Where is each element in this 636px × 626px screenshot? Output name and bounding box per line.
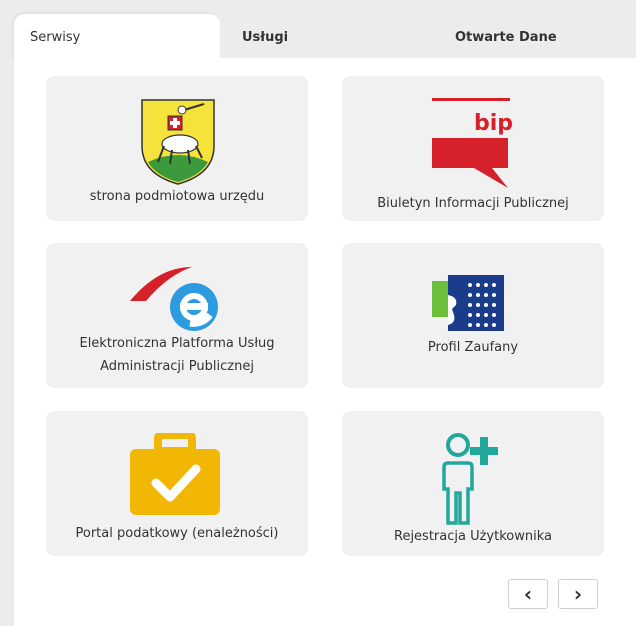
epuap-logo-icon — [128, 261, 228, 339]
card-label: Biuletyn Informacji Publicznej — [377, 196, 569, 211]
bip-logo-text: bip — [474, 111, 512, 136]
card-rejestracja[interactable]: Rejestracja Użytkownika — [342, 411, 604, 556]
coat-of-arms-icon — [138, 96, 218, 190]
tab-label: Otwarte Dane — [455, 29, 557, 45]
card-label: Profil Zaufany — [427, 340, 519, 355]
tab-otwarte-dane[interactable]: Otwarte Dane — [455, 14, 557, 60]
profil-zaufany-icon — [430, 275, 506, 335]
card-portal-podatkowy[interactable]: Portal podatkowy (enależności) — [46, 411, 308, 556]
tab-bar: Serwisy Usługi Otwarte Dane — [0, 0, 636, 60]
card-label-line2: Administracji Publicznej — [100, 359, 254, 374]
card-profil-zaufany[interactable]: Profil Zaufany — [342, 243, 604, 388]
prev-button[interactable]: ‹ — [508, 579, 548, 609]
card-strona-podmiotowa[interactable]: strona podmiotowa urzędu — [46, 76, 308, 221]
card-label: strona podmiotowa urzędu — [89, 189, 265, 204]
tab-serwisy[interactable]: Serwisy — [14, 14, 220, 60]
bip-logo-icon: bip — [430, 96, 513, 196]
chevron-left-icon: ‹ — [523, 582, 533, 606]
services-panel: strona podmiotowa urzędu bip Biuletyn In… — [14, 58, 636, 626]
card-bip[interactable]: bip Biuletyn Informacji Publicznej — [342, 76, 604, 221]
user-add-icon — [442, 431, 512, 531]
card-label: Rejestracja Użytkownika — [394, 529, 552, 544]
tab-label: Usługi — [242, 29, 289, 45]
card-label: Portal podatkowy (enależności) — [75, 526, 279, 541]
card-epuap[interactable]: Elektroniczna Platforma Usług Administra… — [46, 243, 308, 388]
tab-uslugi[interactable]: Usługi — [242, 14, 288, 60]
tab-label: Serwisy — [30, 29, 81, 45]
next-button[interactable]: › — [558, 579, 598, 609]
chevron-right-icon: › — [573, 582, 583, 606]
briefcase-check-icon — [128, 431, 222, 521]
card-label-line1: Elektroniczna Platforma Usług — [79, 336, 275, 351]
